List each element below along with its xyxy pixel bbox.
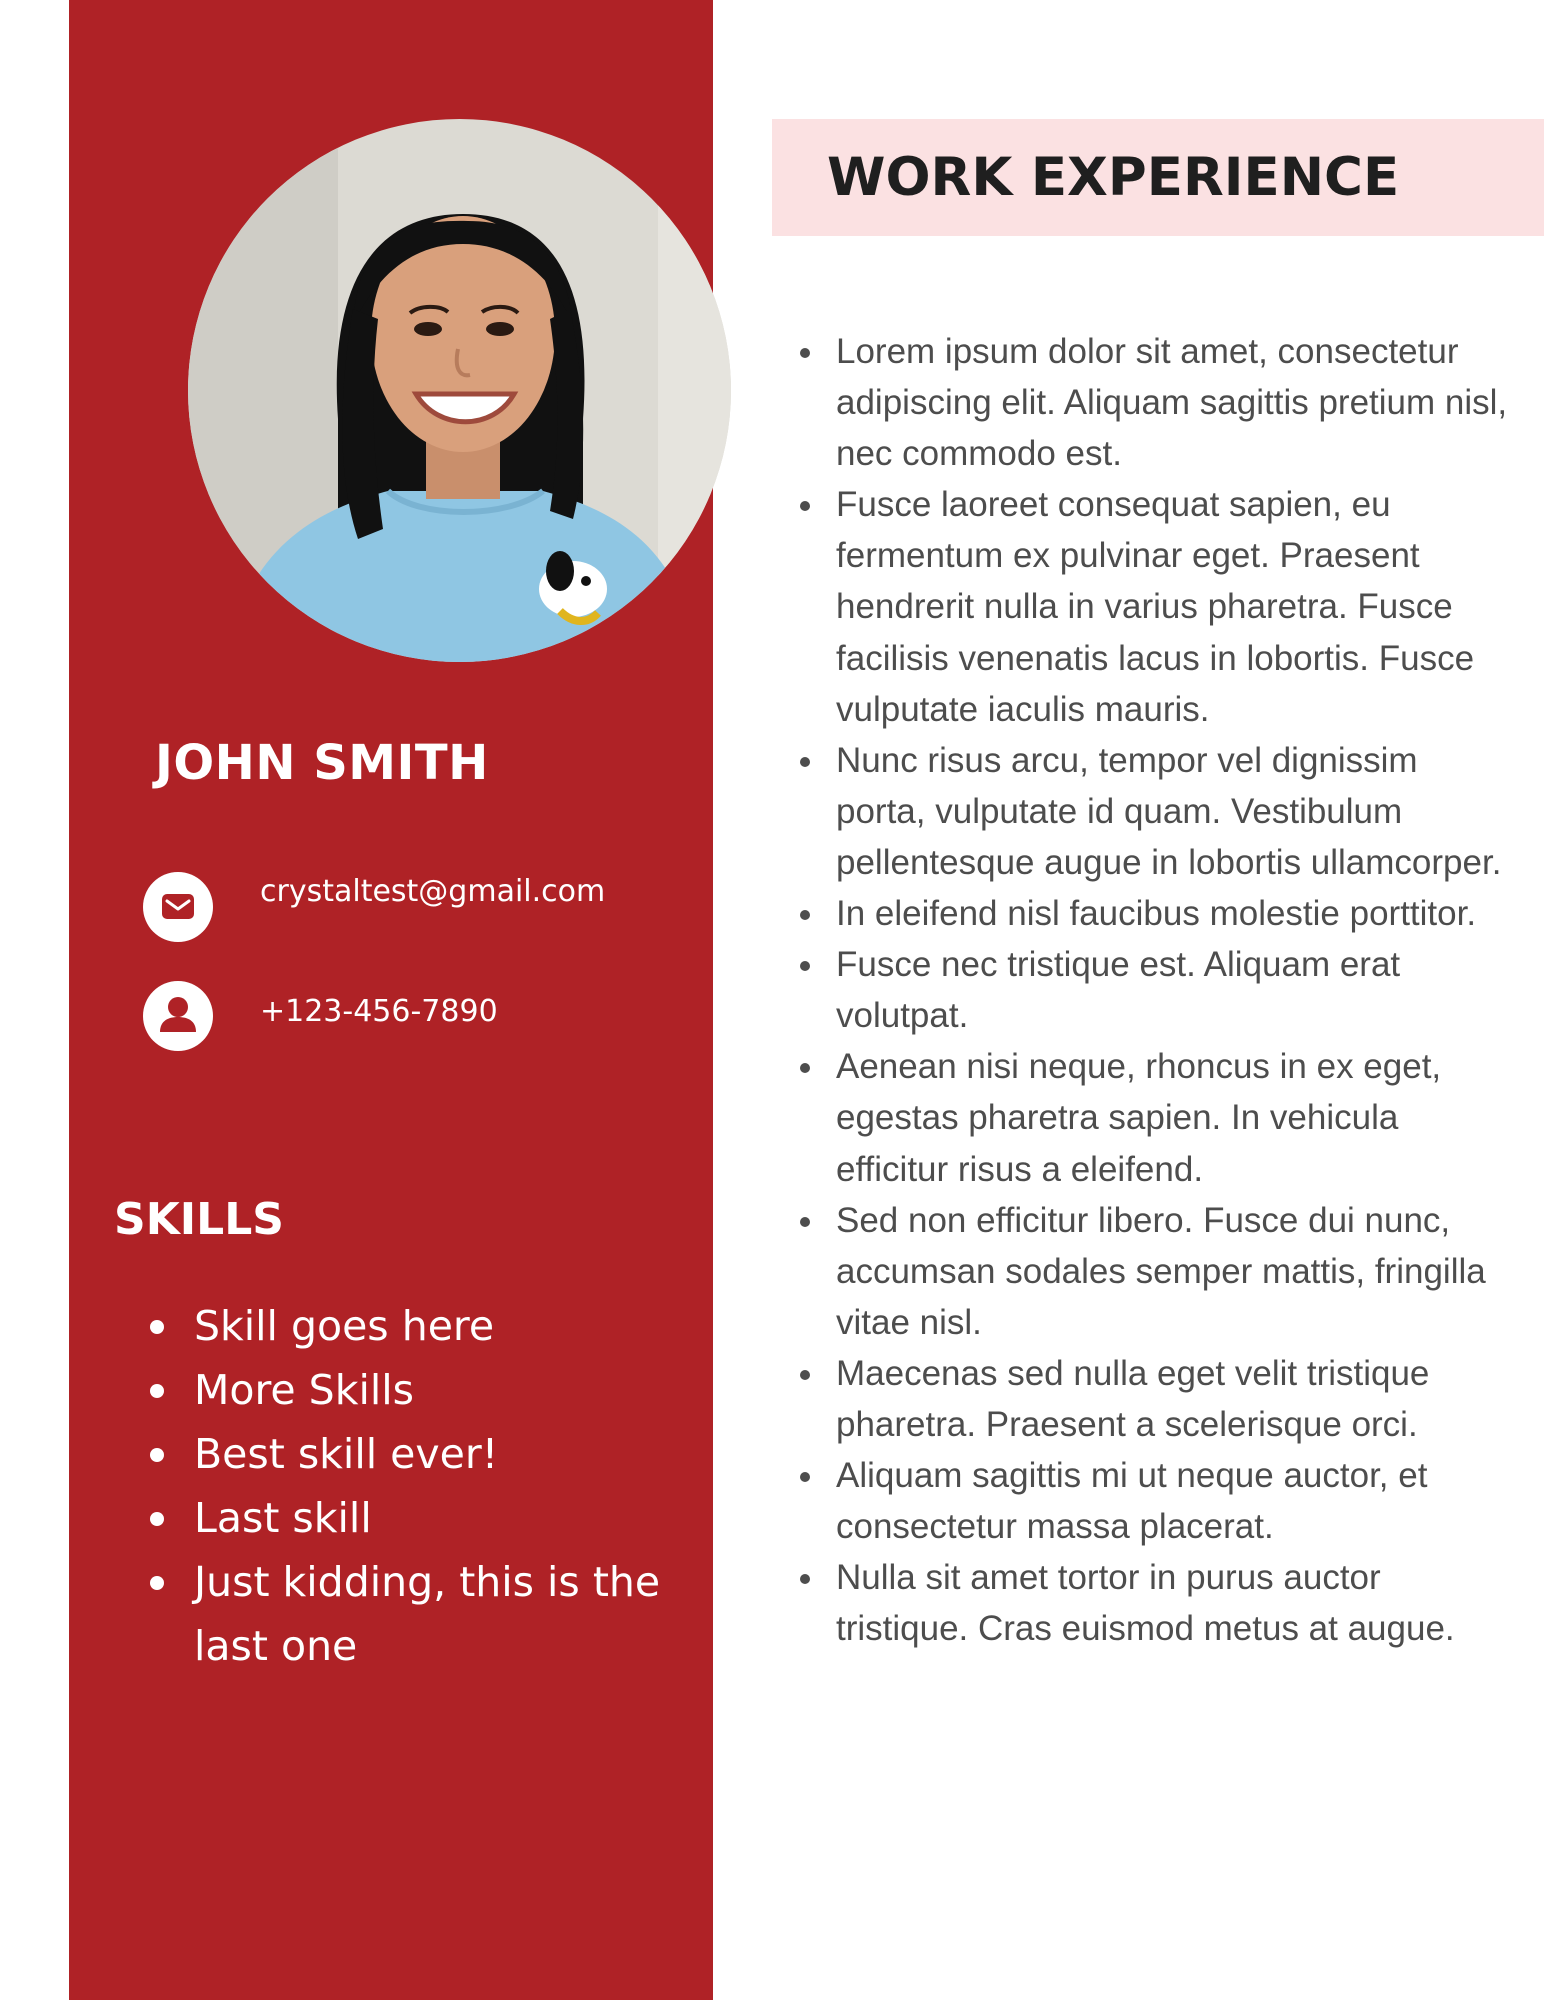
work-item: Sed non efficitur libero. Fusce dui nunc… xyxy=(795,1195,1515,1348)
phone-number[interactable]: +123-456-7890 xyxy=(260,992,498,1032)
work-item: Maecenas sed nulla eget velit tristique … xyxy=(795,1348,1515,1450)
skill-item: Just kidding, this is the last one xyxy=(140,1550,680,1678)
work-item: Nulla sit amet tortor in purus auctor tr… xyxy=(795,1552,1515,1654)
work-experience-list: Lorem ipsum dolor sit amet, consectetur … xyxy=(795,326,1515,1654)
user-icon xyxy=(143,981,213,1051)
work-item: Nunc risus arcu, tempor vel dignissim po… xyxy=(795,735,1515,888)
work-item: Aliquam sagittis mi ut neque auctor, et … xyxy=(795,1450,1515,1552)
skill-item: More Skills xyxy=(140,1358,680,1422)
work-item: Lorem ipsum dolor sit amet, consectetur … xyxy=(795,326,1515,479)
work-item: Fusce nec tristique est. Aliquam erat vo… xyxy=(795,939,1515,1041)
profile-photo xyxy=(188,119,731,662)
work-item: In eleifend nisl faucibus molestie portt… xyxy=(795,888,1515,939)
work-experience-title: WORK EXPERIENCE xyxy=(827,147,1400,208)
skill-item: Best skill ever! xyxy=(140,1422,680,1486)
candidate-name: JOHN SMITH xyxy=(155,735,489,791)
skill-item: Skill goes here xyxy=(140,1294,680,1358)
work-item: Fusce laoreet consequat sapien, eu ferme… xyxy=(795,479,1515,734)
skill-item: Last skill xyxy=(140,1486,680,1550)
mail-icon xyxy=(143,872,213,942)
email-address[interactable]: crystaltest@gmail.com xyxy=(260,872,605,912)
work-experience-header: WORK EXPERIENCE xyxy=(772,119,1544,236)
profile-photo-image xyxy=(188,119,731,662)
skills-heading: SKILLS xyxy=(114,1194,284,1245)
work-item: Aenean nisi neque, rhoncus in ex eget, e… xyxy=(795,1041,1515,1194)
skills-list: Skill goes here More Skills Best skill e… xyxy=(140,1294,680,1678)
